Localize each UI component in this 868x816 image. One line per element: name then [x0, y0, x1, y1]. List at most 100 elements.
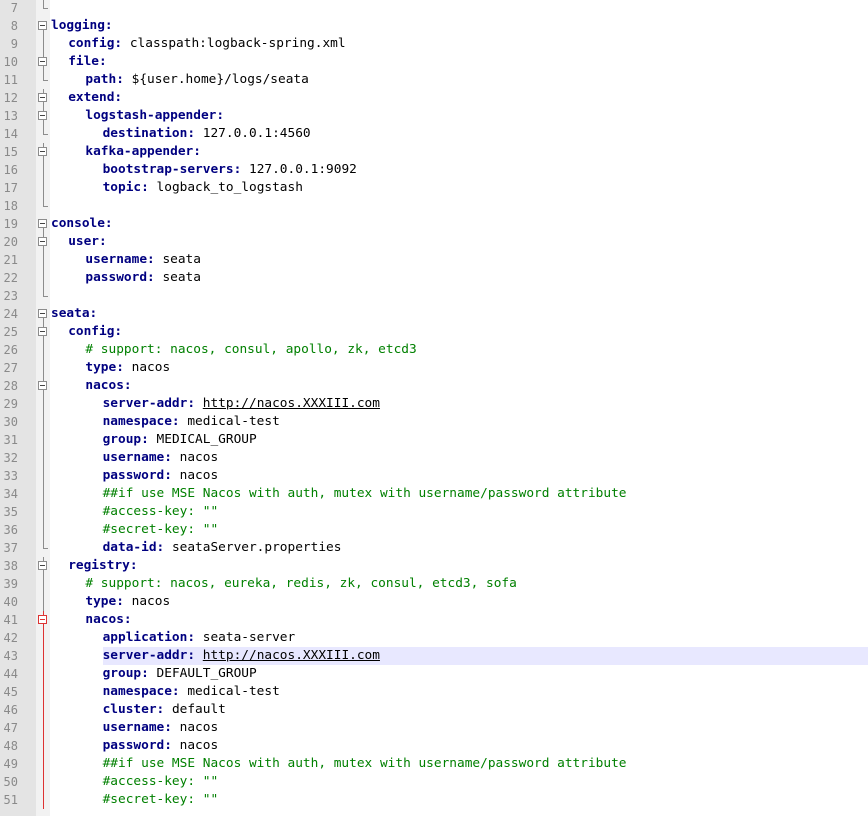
code-line[interactable]: 30 namespace: medical-test	[0, 413, 868, 431]
code-line[interactable]: 39 # support: nacos, eureka, redis, zk, c…	[0, 575, 868, 593]
code-line[interactable]: 33 password: nacos	[0, 467, 868, 485]
code-text[interactable]: nacos:	[85, 611, 868, 629]
code-line[interactable]: 14 destination: 127.0.0.1:4560	[0, 125, 868, 143]
code-text[interactable]: bootstrap-servers: 127.0.0.1:9092	[103, 161, 868, 179]
code-line[interactable]: 8 logging:	[0, 17, 868, 35]
code-text[interactable]: kafka-appender:	[85, 143, 868, 161]
code-text[interactable]: ##if use MSE Nacos with auth, mutex with…	[103, 485, 868, 503]
code-text[interactable]: type: nacos	[85, 593, 868, 611]
fold-collapse-icon[interactable]	[36, 233, 50, 251]
fold-collapse-icon[interactable]	[36, 305, 50, 323]
code-text[interactable]: type: nacos	[85, 359, 868, 377]
code-text[interactable]: group: DEFAULT_GROUP	[103, 665, 868, 683]
code-line[interactable]: 13 logstash-appender:	[0, 107, 868, 125]
code-text[interactable]: config: classpath:logback-spring.xml	[68, 35, 868, 53]
code-line[interactable]: 9 config: classpath:logback-spring.xml	[0, 35, 868, 53]
code-line[interactable]: 50 #access-key: ""	[0, 773, 868, 791]
url-link[interactable]: http://nacos.XXXIII.com	[203, 648, 380, 663]
code-text[interactable]: application: seata-server	[103, 629, 868, 647]
code-line[interactable]: 44 group: DEFAULT_GROUP	[0, 665, 868, 683]
code-line[interactable]: 47 username: nacos	[0, 719, 868, 737]
code-line[interactable]: 29 server-addr: http://nacos.XXXIII.com	[0, 395, 868, 413]
code-text[interactable]: topic: logback_to_logstash	[103, 179, 868, 197]
code-line[interactable]: 45 namespace: medical-test	[0, 683, 868, 701]
code-editor[interactable]: 7 8 logging: 9 config: classpath:logback-spr…	[0, 0, 868, 816]
code-text[interactable]: config:	[68, 323, 868, 341]
code-line[interactable]: 16 bootstrap-servers: 127.0.0.1:9092	[0, 161, 868, 179]
code-text[interactable]: password: seata	[85, 269, 868, 287]
code-text[interactable]: data-id: seataServer.properties	[103, 539, 868, 557]
code-line[interactable]: 35 #access-key: ""	[0, 503, 868, 521]
code-text[interactable]: destination: 127.0.0.1:4560	[103, 125, 868, 143]
code-text[interactable]: namespace: medical-test	[103, 413, 868, 431]
code-text[interactable]: username: nacos	[103, 449, 868, 467]
code-line[interactable]: 18	[0, 197, 868, 215]
code-line[interactable]: 37 data-id: seataServer.properties	[0, 539, 868, 557]
code-line[interactable]: 34 ##if use MSE Nacos with auth, mutex wi…	[0, 485, 868, 503]
code-text[interactable]: console:	[51, 215, 868, 233]
code-text[interactable]: logstash-appender:	[85, 107, 868, 125]
code-line[interactable]: 25 config:	[0, 323, 868, 341]
code-line[interactable]: 22 password: seata	[0, 269, 868, 287]
code-line[interactable]: 12 extend:	[0, 89, 868, 107]
fold-collapse-icon[interactable]	[36, 107, 50, 125]
code-text[interactable]: # support: nacos, eureka, redis, zk, con…	[85, 575, 868, 593]
code-text[interactable]: username: nacos	[103, 719, 868, 737]
code-text[interactable]: username: seata	[85, 251, 868, 269]
fold-collapse-icon[interactable]	[36, 323, 50, 341]
code-text[interactable]: #secret-key: ""	[103, 521, 868, 539]
code-text[interactable]: ##if use MSE Nacos with auth, mutex with…	[103, 755, 868, 773]
code-line[interactable]: 10 file:	[0, 53, 868, 71]
code-line[interactable]: 24 seata:	[0, 305, 868, 323]
code-line[interactable]: 31 group: MEDICAL_GROUP	[0, 431, 868, 449]
code-text[interactable]: server-addr: http://nacos.XXXIII.com	[102, 647, 868, 665]
code-line[interactable]: 38 registry:	[0, 557, 868, 575]
code-text[interactable]: registry:	[68, 557, 868, 575]
code-text[interactable]: cluster: default	[103, 701, 868, 719]
fold-collapse-icon[interactable]	[36, 377, 50, 395]
code-text[interactable]: namespace: medical-test	[103, 683, 868, 701]
code-line[interactable]: 41 nacos:	[0, 611, 868, 629]
code-line[interactable]: 42 application: seata-server	[0, 629, 868, 647]
code-text[interactable]: group: MEDICAL_GROUP	[103, 431, 868, 449]
code-text[interactable]: # support: nacos, consul, apollo, zk, et…	[85, 341, 868, 359]
code-line[interactable]: 11 path: ${user.home}/logs/seata	[0, 71, 868, 89]
code-text[interactable]: seata:	[51, 305, 868, 323]
code-line[interactable]: 19 console:	[0, 215, 868, 233]
code-line[interactable]: 36 #secret-key: ""	[0, 521, 868, 539]
fold-collapse-icon[interactable]	[36, 17, 50, 35]
fold-collapse-icon[interactable]	[36, 611, 50, 629]
code-line[interactable]: 46 cluster: default	[0, 701, 868, 719]
code-line[interactable]: 20 user:	[0, 233, 868, 251]
code-line[interactable]: 43 server-addr: http://nacos.XXXIII.com	[0, 647, 868, 665]
fold-collapse-icon[interactable]	[36, 89, 50, 107]
fold-collapse-icon[interactable]	[36, 557, 50, 575]
code-text[interactable]: file:	[68, 53, 868, 71]
code-line[interactable]: 17 topic: logback_to_logstash	[0, 179, 868, 197]
code-line[interactable]: 27 type: nacos	[0, 359, 868, 377]
code-text[interactable]: extend:	[68, 89, 868, 107]
code-line[interactable]: 49 ##if use MSE Nacos with auth, mutex wi…	[0, 755, 868, 773]
code-line[interactable]: 32 username: nacos	[0, 449, 868, 467]
code-text[interactable]: logging:	[51, 17, 868, 35]
code-text[interactable]: path: ${user.home}/logs/seata	[85, 71, 868, 89]
code-line[interactable]: 28 nacos:	[0, 377, 868, 395]
code-text[interactable]: server-addr: http://nacos.XXXIII.com	[103, 395, 868, 413]
code-line[interactable]: 51 #secret-key: ""	[0, 791, 868, 809]
code-line[interactable]: 48 password: nacos	[0, 737, 868, 755]
code-line[interactable]: 26 # support: nacos, consul, apollo, zk, …	[0, 341, 868, 359]
code-line[interactable]: 40 type: nacos	[0, 593, 868, 611]
code-text[interactable]: #secret-key: ""	[103, 791, 868, 809]
code-text[interactable]: #access-key: ""	[103, 773, 868, 791]
code-text[interactable]: password: nacos	[103, 467, 868, 485]
url-link[interactable]: http://nacos.XXXIII.com	[203, 396, 380, 411]
code-text[interactable]: nacos:	[85, 377, 868, 395]
code-line[interactable]: 7	[0, 0, 868, 17]
code-text[interactable]: #access-key: ""	[103, 503, 868, 521]
code-line[interactable]: 21 username: seata	[0, 251, 868, 269]
code-line[interactable]: 15 kafka-appender:	[0, 143, 868, 161]
fold-collapse-icon[interactable]	[36, 143, 50, 161]
code-line[interactable]: 23	[0, 287, 868, 305]
code-text[interactable]: user:	[68, 233, 868, 251]
fold-collapse-icon[interactable]	[36, 53, 50, 71]
